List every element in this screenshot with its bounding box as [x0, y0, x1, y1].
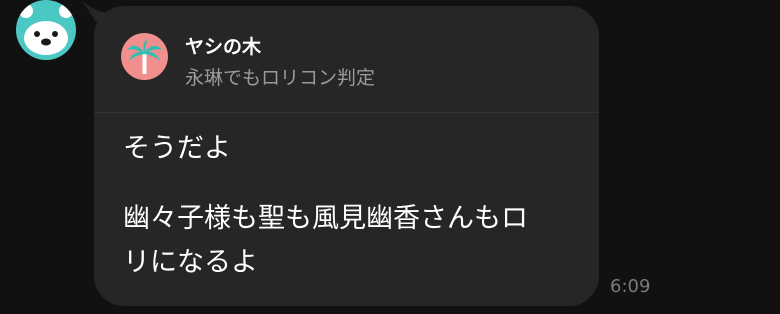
palm-tree-icon	[127, 39, 162, 74]
reply-quote[interactable]: ヤシの木 永琳でもロリコン判定	[94, 6, 599, 112]
sender-avatar[interactable]	[16, 0, 76, 60]
message-line: リになるよ	[123, 247, 258, 278]
message-timestamp: 6:09	[610, 276, 651, 297]
reply-divider	[94, 112, 599, 113]
message-bubble[interactable]: ヤシの木 永琳でもロリコン判定 そうだよ 幽々子様も聖も風見幽香さんもロ リにな…	[94, 6, 599, 306]
reply-sender-name: ヤシの木	[185, 36, 262, 58]
reply-avatar	[121, 33, 168, 80]
message-line: 幽々子様も聖も風見幽香さんもロ	[123, 203, 528, 234]
message-line: そうだよ	[123, 133, 231, 164]
reply-preview-text: 永琳でもロリコン判定	[185, 67, 376, 89]
bear-face-icon	[19, 4, 73, 55]
chat-view: ヤシの木 永琳でもロリコン判定 そうだよ 幽々子様も聖も風見幽香さんもロ リにな…	[0, 0, 780, 314]
